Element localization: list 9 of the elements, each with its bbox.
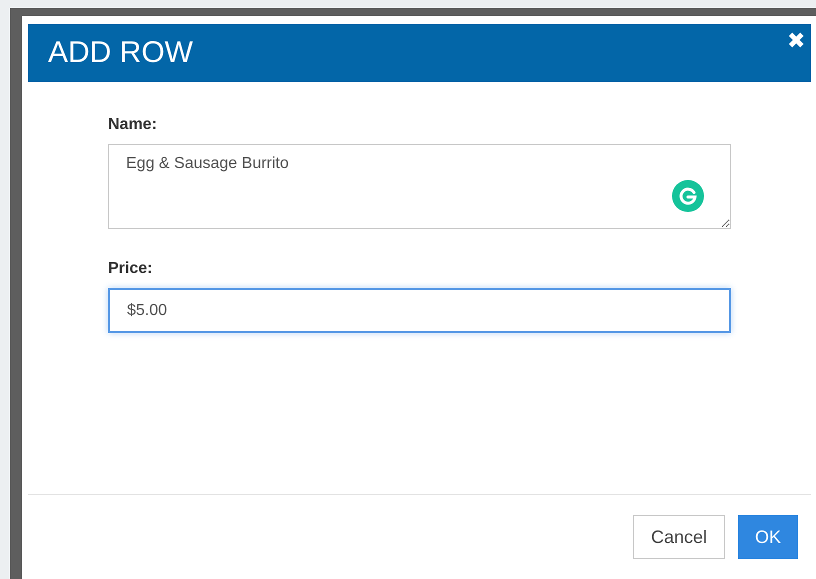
field-label: Price: [108, 260, 154, 278]
ok-button[interactable]: OK [738, 515, 798, 559]
dialog-title: ADD ROW [48, 36, 193, 70]
price-field[interactable]: $5.00 [108, 288, 731, 333]
name-field[interactable]: Egg & Sausage Burrito [108, 144, 731, 229]
cancel-button[interactable]: Cancel [632, 515, 725, 559]
grammar-check-icon[interactable] [672, 180, 704, 212]
close-button[interactable]: ✖ [787, 28, 805, 54]
field-label: Name: [108, 116, 158, 134]
